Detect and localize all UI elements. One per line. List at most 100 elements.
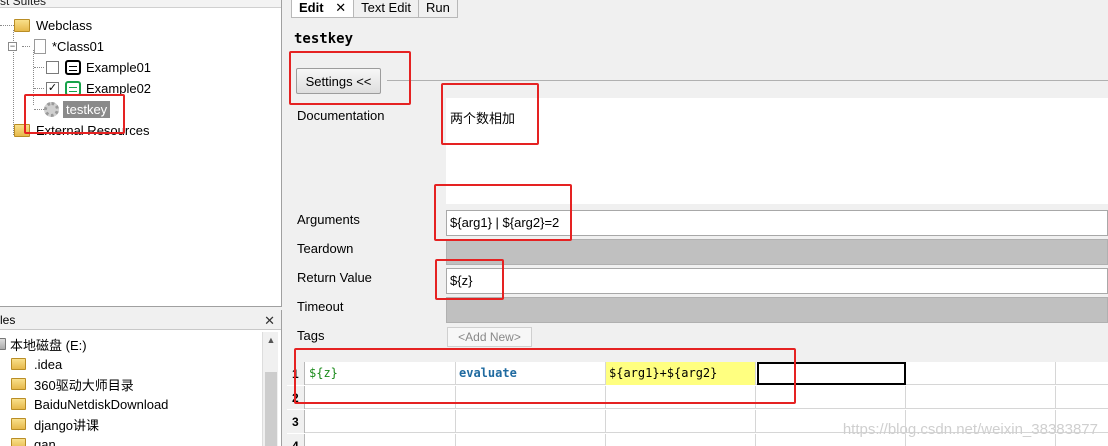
divider bbox=[387, 80, 1108, 81]
grid-cell-selected[interactable] bbox=[757, 362, 906, 385]
tree-guide-line bbox=[0, 420, 6, 429]
tree-item-label: Example02 bbox=[86, 80, 152, 96]
row-number[interactable]: 3 bbox=[287, 410, 305, 433]
return-value-field[interactable]: ${z} bbox=[446, 268, 1108, 294]
tags-label: Tags bbox=[297, 328, 325, 343]
grid-cell[interactable] bbox=[906, 386, 1056, 409]
close-icon[interactable]: ✕ bbox=[264, 311, 275, 331]
row-number[interactable]: 2 bbox=[287, 386, 305, 409]
test-checkbox[interactable]: ✓ bbox=[46, 81, 59, 95]
documentation-field[interactable]: 两个数相加 bbox=[446, 98, 1108, 204]
table-row: 1 ${z} evaluate ${arg1}+${arg2} bbox=[287, 362, 1108, 385]
tree-item-label: testkey bbox=[63, 100, 111, 118]
tree-guide-line bbox=[34, 87, 44, 89]
tree-guide-line bbox=[22, 45, 30, 47]
tree-item-example01[interactable]: Example01 bbox=[34, 57, 151, 77]
tree-guide-line bbox=[0, 25, 14, 26]
documentation-label: Documentation bbox=[297, 108, 385, 123]
grid-cell[interactable] bbox=[606, 386, 756, 409]
files-scrollbar[interactable]: ▲ bbox=[262, 332, 278, 446]
files-title: les bbox=[0, 313, 16, 327]
grid-cell[interactable] bbox=[456, 410, 606, 433]
tree-item-webclass[interactable]: Webclass bbox=[14, 15, 92, 35]
test-suites-title: st Suites bbox=[0, 0, 281, 8]
tree-guide-line bbox=[0, 400, 6, 409]
tree-guide-line bbox=[0, 360, 6, 369]
folder-edit-icon bbox=[14, 18, 30, 32]
folder-icon bbox=[14, 123, 30, 137]
drive-icon bbox=[0, 338, 6, 350]
scroll-thumb[interactable] bbox=[265, 372, 277, 446]
scroll-up-icon[interactable]: ▲ bbox=[263, 332, 279, 348]
grid-cell[interactable]: ${arg1}+${arg2} bbox=[606, 362, 756, 385]
tree-item-external-resources[interactable]: External Resources bbox=[14, 120, 149, 140]
editor-tabs: Edit ✕ Text Edit Run bbox=[291, 0, 458, 18]
grid-cell[interactable] bbox=[306, 410, 456, 433]
arguments-label: Arguments bbox=[297, 212, 360, 227]
files-header: les ✕ bbox=[0, 310, 281, 330]
tree-item-example02[interactable]: ✓ Example02 bbox=[34, 78, 151, 98]
file-item-label: .idea bbox=[34, 356, 63, 372]
gear-icon bbox=[44, 101, 59, 117]
test-suites-pane: st Suites Webclass − *Class01 Example01 … bbox=[0, 0, 282, 307]
grid-cell[interactable] bbox=[606, 434, 756, 446]
robot-icon bbox=[65, 59, 81, 75]
grid-cell[interactable]: evaluate bbox=[456, 362, 606, 385]
arguments-field[interactable]: ${arg1} | ${arg2}=2 bbox=[446, 210, 1108, 236]
tab-text-edit[interactable]: Text Edit bbox=[353, 0, 419, 18]
file-item[interactable]: gan bbox=[0, 434, 56, 446]
folder-icon bbox=[11, 438, 26, 446]
folder-icon bbox=[11, 358, 26, 370]
tree-guide-line bbox=[34, 66, 44, 68]
file-item-label: django讲课 bbox=[34, 417, 100, 433]
grid-cell[interactable] bbox=[606, 410, 756, 433]
tree-item-testkey[interactable]: testkey bbox=[34, 99, 111, 119]
robot-icon bbox=[65, 80, 81, 96]
file-item-label: BaiduNetdiskDownload bbox=[34, 396, 169, 412]
files-pane: les ✕ 本地磁盘 (E:) .idea 360驱动大师目录 BaiduNet… bbox=[0, 310, 282, 446]
collapse-icon[interactable]: − bbox=[8, 41, 17, 51]
timeout-label: Timeout bbox=[297, 299, 344, 314]
file-item[interactable]: 360驱动大师目录 bbox=[0, 374, 134, 394]
tab-edit[interactable]: Edit ✕ bbox=[291, 0, 355, 18]
tree-guide-line bbox=[0, 440, 6, 446]
add-tag-button[interactable]: <Add New> bbox=[447, 327, 532, 347]
page-icon bbox=[34, 38, 46, 54]
test-checkbox[interactable] bbox=[46, 60, 59, 74]
row-number[interactable]: 4 bbox=[287, 434, 305, 446]
tree-item-label: *Class01 bbox=[52, 38, 105, 54]
file-item-drive[interactable]: 本地磁盘 (E:) bbox=[0, 334, 87, 354]
return-value-label: Return Value bbox=[297, 270, 372, 285]
file-item[interactable]: BaiduNetdiskDownload bbox=[0, 394, 168, 414]
folder-icon bbox=[11, 418, 26, 430]
grid-cell[interactable] bbox=[906, 362, 1056, 385]
grid-cell[interactable] bbox=[456, 386, 606, 409]
tree-item-class01[interactable]: − *Class01 bbox=[8, 36, 104, 56]
tree-item-label: Webclass bbox=[36, 17, 93, 33]
file-item-label: gan bbox=[34, 436, 56, 446]
grid-cell[interactable] bbox=[456, 434, 606, 446]
keyword-title: testkey bbox=[294, 31, 354, 47]
tab-label: Run bbox=[425, 0, 450, 15]
file-item[interactable]: django讲课 bbox=[0, 414, 99, 434]
file-item-label: 本地磁盘 (E:) bbox=[10, 337, 87, 353]
grid-cell[interactable] bbox=[756, 386, 906, 409]
tab-label: Text Edit bbox=[361, 0, 411, 15]
teardown-label: Teardown bbox=[297, 241, 354, 256]
teardown-field[interactable] bbox=[446, 239, 1108, 265]
settings-toggle-button[interactable]: Settings << bbox=[296, 68, 381, 94]
grid-cell[interactable] bbox=[306, 386, 456, 409]
file-item[interactable]: .idea bbox=[0, 354, 62, 374]
grid-cell[interactable] bbox=[306, 434, 456, 446]
close-icon[interactable]: ✕ bbox=[335, 0, 346, 15]
watermark: https://blog.csdn.net/weixin_38383877 bbox=[842, 421, 1098, 438]
row-number[interactable]: 1 bbox=[287, 362, 305, 385]
folder-icon bbox=[11, 378, 26, 390]
tree-guide-line bbox=[0, 380, 6, 389]
keyword-editor: Edit ✕ Text Edit Run testkey Settings <<… bbox=[287, 0, 1108, 446]
timeout-field[interactable] bbox=[446, 297, 1108, 323]
grid-cell[interactable]: ${z} bbox=[306, 362, 456, 385]
tab-label: Edit bbox=[299, 0, 324, 15]
file-item-label: 360驱动大师目录 bbox=[34, 377, 134, 393]
tab-run[interactable]: Run bbox=[417, 0, 458, 18]
